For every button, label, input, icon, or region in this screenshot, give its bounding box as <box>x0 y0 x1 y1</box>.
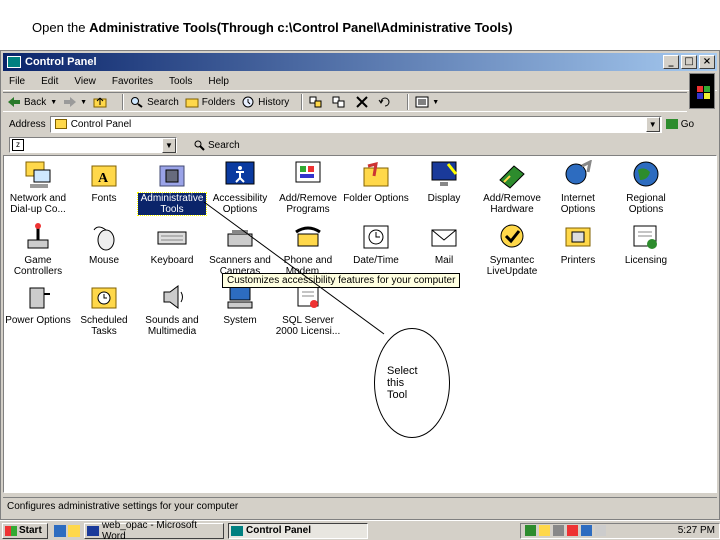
history-label: History <box>258 96 290 108</box>
clock: 5:27 PM <box>677 525 715 536</box>
back-arrow-icon <box>7 96 21 108</box>
search-label: Search <box>147 96 179 108</box>
go-label: Go <box>680 118 695 130</box>
folders-icon <box>185 96 199 108</box>
tray-shield-icon[interactable] <box>539 525 550 536</box>
delete-button[interactable] <box>355 96 372 108</box>
go-button[interactable]: Go <box>665 118 695 130</box>
search-combo[interactable]: z ▼ <box>9 137 177 153</box>
undo-icon <box>378 96 392 108</box>
instruction-bold: Administrative Tools(Through c:\Control … <box>89 20 513 35</box>
search-combo-dropdown[interactable]: ▼ <box>162 137 176 153</box>
search-mini-icon <box>193 139 205 151</box>
copy-to-button[interactable] <box>332 96 349 108</box>
move-to-icon <box>309 96 323 108</box>
go-arrow-icon <box>665 119 678 129</box>
back-label: Back <box>24 96 47 108</box>
word-icon <box>87 525 99 536</box>
task-word-label: web_opac - Microsoft Word <box>101 519 197 540</box>
address-dropdown-button[interactable]: ▼ <box>645 116 660 132</box>
tray-speaker-icon[interactable] <box>581 525 592 536</box>
task-word[interactable]: web_opac - Microsoft Word <box>84 519 224 540</box>
status-bar: Configures administrative settings for y… <box>3 497 717 515</box>
control-panel-icon <box>7 56 21 68</box>
back-button[interactable]: Back ▼ <box>7 96 57 108</box>
menu-edit[interactable]: Edit <box>41 76 58 87</box>
menu-view[interactable]: View <box>74 76 96 87</box>
tray-app-icon[interactable] <box>525 525 536 536</box>
windows-flag-icon <box>5 525 17 536</box>
start-button[interactable]: Start <box>2 522 48 539</box>
menu-favorites[interactable]: Favorites <box>112 76 153 87</box>
quick-launch <box>54 524 80 537</box>
callout-line-1: Select <box>387 365 418 377</box>
window-title: Control Panel <box>25 56 97 68</box>
task-control-panel-label: Control Panel <box>246 525 312 536</box>
taskbar: Start web_opac - Microsoft Word Control … <box>0 520 720 540</box>
move-to-button[interactable] <box>309 96 326 108</box>
tray-printer-icon[interactable] <box>595 525 606 536</box>
standard-toolbar: Back ▼ ▼ Search Folders History ▼ <box>3 92 687 112</box>
maximize-button[interactable]: □ <box>681 55 697 69</box>
search-button[interactable]: Search <box>130 96 179 108</box>
zip-icon: z <box>12 139 24 151</box>
menu-help[interactable]: Help <box>208 76 229 87</box>
windows-logo-icon <box>689 73 715 109</box>
copy-to-icon <box>332 96 346 108</box>
instruction-prefix: Open the <box>32 20 90 35</box>
control-panel-window: Control Panel _ □ × File Edit View Favor… <box>0 50 720 520</box>
icon-view: Network and Dial-up Co... A Fonts Admini… <box>3 155 717 493</box>
title-bar[interactable]: Control Panel _ □ × <box>3 53 717 71</box>
history-icon <box>241 96 255 108</box>
task-control-panel[interactable]: Control Panel <box>228 522 368 539</box>
callout-line-3: Tool <box>387 389 408 401</box>
search-mini-button[interactable]: Search <box>193 139 240 151</box>
search-icon <box>130 96 144 108</box>
views-icon <box>415 96 429 108</box>
desktop-icon[interactable] <box>68 524 80 537</box>
history-button[interactable]: History <box>241 96 289 108</box>
forward-button[interactable]: ▼ <box>63 96 87 108</box>
pointer-line <box>203 201 385 335</box>
search-row: z ▼ Search <box>3 135 717 155</box>
system-tray: 5:27 PM <box>520 522 720 539</box>
address-input[interactable]: Control Panel <box>49 115 662 133</box>
callout-line-2: this <box>387 377 405 389</box>
start-label: Start <box>19 525 42 536</box>
views-button[interactable]: ▼ <box>415 96 439 108</box>
folders-label: Folders <box>201 96 236 108</box>
address-label: Address <box>9 118 46 130</box>
folder-icon <box>54 119 67 129</box>
delete-icon <box>355 96 369 108</box>
forward-arrow-icon <box>63 96 77 108</box>
up-folder-icon <box>93 96 107 108</box>
minimize-button[interactable]: _ <box>663 55 679 69</box>
up-folder-button[interactable] <box>93 96 110 108</box>
close-button[interactable]: × <box>699 55 715 69</box>
undo-button[interactable] <box>378 96 395 108</box>
control-panel-task-icon <box>231 525 243 536</box>
menu-bar: File Edit View Favorites Tools Help <box>3 73 717 91</box>
address-bar: Address Control Panel ▼ Go <box>3 114 717 134</box>
address-value: Control Panel <box>70 118 132 130</box>
tray-network-icon[interactable] <box>553 525 564 536</box>
tray-alert-icon[interactable] <box>567 525 578 536</box>
menu-file[interactable]: File <box>9 76 25 87</box>
instruction-text: Open the Administrative Tools(Through c:… <box>32 20 513 35</box>
ie-icon[interactable] <box>54 524 66 537</box>
menu-tools[interactable]: Tools <box>169 76 192 87</box>
search-mini-label: Search <box>208 139 240 151</box>
folders-button[interactable]: Folders <box>185 96 235 108</box>
callout-bubble: Select this Tool <box>374 328 450 438</box>
